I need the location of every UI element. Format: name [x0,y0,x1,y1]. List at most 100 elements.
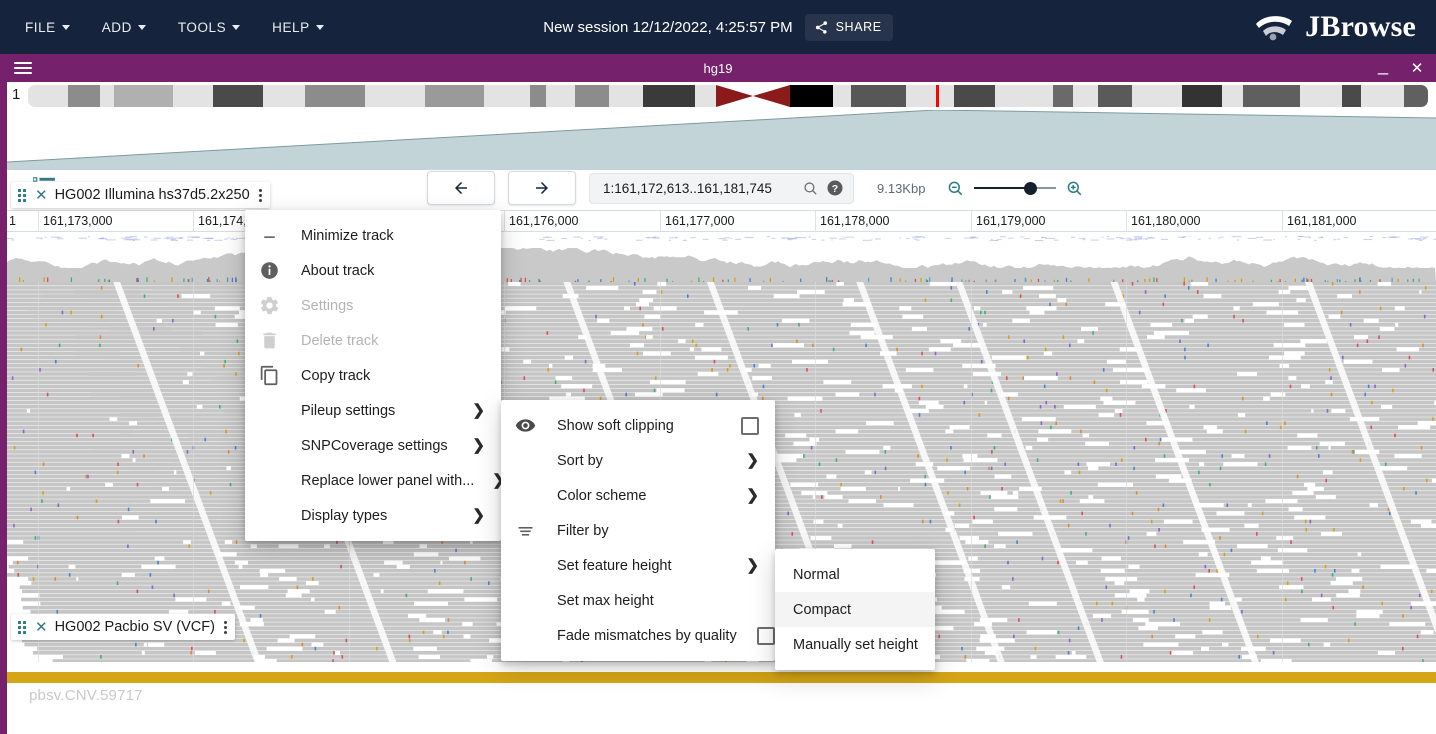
menu-item-label: SNPCoverage settings [301,437,448,454]
pan-left-button[interactable] [427,171,495,205]
minimize-icon [259,225,301,246]
chevron-down-icon [137,24,146,30]
menu-file[interactable]: FILE [22,15,73,40]
view-assembly-title: hg19 [703,60,733,76]
track-menu-item-display-types[interactable]: Display types ❯ [245,498,501,533]
ruler-tick-label: 161,177,000 [665,214,735,228]
snp-coverage-track[interactable]: 220 [7,232,1436,282]
svg-text:?: ? [832,183,838,195]
feature-height-item-compact[interactable]: Compact [775,592,935,627]
track-menu-item-about-track[interactable]: About track [245,253,501,288]
close-icon[interactable]: ✕ [33,620,50,635]
track-context-menu[interactable]: Minimize track About track Settings Delete … [245,210,505,541]
drag-handle-icon[interactable] [16,620,28,634]
share-button[interactable]: SHARE [804,13,893,41]
location-input[interactable] [601,179,795,197]
pileup-menu-item-filter-by[interactable]: Filter by [501,513,775,548]
menu-item-label: Sort by [557,452,603,469]
pileup-menu-item-set-feature-height[interactable]: Set feature height ❯ [501,548,775,583]
ideogram-bands[interactable] [28,85,1428,107]
ruler-tick-label: 161,173,000 [43,214,113,228]
ruler-tick [660,211,661,233]
sv-feature-bar[interactable] [7,672,1436,683]
zoom-out-button[interactable] [946,179,965,198]
ruler-tick [815,211,816,233]
pileup-menu-item-fade-mismatches-by-quality[interactable]: Fade mismatches by quality [501,618,775,653]
eye-icon [515,419,536,432]
gear-icon [259,295,301,316]
menu-item-label: Replace lower panel with... [301,472,475,489]
feature-height-item-normal[interactable]: Normal [775,557,935,592]
checkbox[interactable] [756,626,775,645]
view-title-bar: hg19 _ ✕ [0,54,1436,82]
jbrowse-logo[interactable]: JBrowse [1253,0,1416,54]
menu-item-label: Show soft clipping [557,417,674,434]
feature-height-item-manually-set-height[interactable]: Manually set height [775,627,935,662]
pileup-settings-menu[interactable]: Show soft clipping Sort by ❯ Color scheme ❯ F… [501,400,775,661]
pacbio-sv-track[interactable]: pbsv.CNV.59717 [7,662,1436,734]
logo-text: JBrowse [1305,10,1416,43]
track-menu-item-snpcoverage-settings[interactable]: SNPCoverage settings ❯ [245,428,501,463]
ruler-tick-label: 161,180,000 [1131,214,1201,228]
menu-item-label: Manually set height [793,636,918,653]
ruler-tick [971,211,972,233]
ruler-tick-label: 161,176,000 [509,214,579,228]
drag-handle-icon[interactable] [16,188,28,202]
zoom-out-icon [949,181,963,195]
track-menu-item-minimize-track[interactable]: Minimize track [245,218,501,253]
menu-item-label: Delete track [301,332,379,349]
zoom-in-button[interactable] [1065,179,1084,198]
menu-add[interactable]: ADD [99,15,149,40]
menu-tools[interactable]: TOOLS [175,15,243,40]
menu-tools-label: TOOLS [177,19,227,35]
ideogram-chromosome-label: 1 [12,86,21,103]
feature-height-menu[interactable]: Normal Compact Manually set height [775,549,935,670]
menu-help[interactable]: HELP [269,15,326,40]
menu-file-label: FILE [25,19,56,35]
more-vert-icon[interactable] [220,620,231,634]
menu-help-label: HELP [272,19,310,35]
location-box[interactable]: ? [589,172,854,204]
arrow-left-icon [455,182,467,194]
ruler-tick [38,211,39,233]
track-menu-item-pileup-settings[interactable]: Pileup settings ❯ [245,393,501,428]
search-icon [804,181,817,195]
track-label-pacbio-sv[interactable]: ✕ HG002 Pacbio SV (VCF) [11,614,235,640]
chevron-right-icon: ❯ [746,452,759,469]
hamburger-menu-icon[interactable] [14,59,32,77]
pileup-menu-item-color-scheme[interactable]: Color scheme ❯ [501,478,775,513]
menu-item-label: Set feature height [557,557,672,574]
genome-ruler[interactable]: 1 161,173,000161,174,000161,175,000161,1… [7,210,1436,233]
zoom-slider-thumb[interactable] [1024,182,1038,195]
help-button[interactable]: ? [826,179,844,197]
copy-icon [260,365,278,386]
main-menu-strip: FILE ADD TOOLS HELP [0,15,327,40]
minimize-icon[interactable]: _ [1374,56,1392,74]
copy-icon [259,365,301,386]
chevron-right-icon: ❯ [746,487,759,504]
search-button[interactable] [802,180,819,197]
zoom-slider[interactable] [974,179,1057,197]
track-menu-item-copy-track[interactable]: Copy track [245,358,501,393]
pileup-menu-item-sort-by[interactable]: Sort by ❯ [501,443,775,478]
eye-icon [515,415,557,436]
pileup-menu-item-show-soft-clipping[interactable]: Show soft clipping [501,408,775,443]
close-icon[interactable]: ✕ [1408,59,1426,77]
menu-item-label: Pileup settings [301,402,396,419]
checkbox[interactable] [741,416,759,435]
jbrowse-wave-logo-icon [1256,16,1293,41]
menu-item-label: Normal [793,566,840,583]
track-label-illumina[interactable]: ✕ HG002 Illumina hs37d5.2x250 [11,182,270,208]
more-vert-icon[interactable] [255,188,266,202]
menu-item-label: Settings [301,297,354,314]
menu-item-label: About track [301,262,375,279]
pan-right-button[interactable] [508,171,576,205]
chevron-down-icon [61,24,70,30]
chevron-right-icon: ❯ [472,507,485,524]
close-icon[interactable]: ✕ [33,188,50,203]
track-menu-item-replace-lower-panel-with[interactable]: Replace lower panel with... ❯ [245,463,505,498]
sv-feature-label: pbsv.CNV.59717 [29,687,143,704]
trash-icon [263,332,276,349]
pileup-menu-item-set-max-height[interactable]: Set max height [501,583,775,618]
menu-item-label: Fade mismatches by quality [557,627,737,644]
